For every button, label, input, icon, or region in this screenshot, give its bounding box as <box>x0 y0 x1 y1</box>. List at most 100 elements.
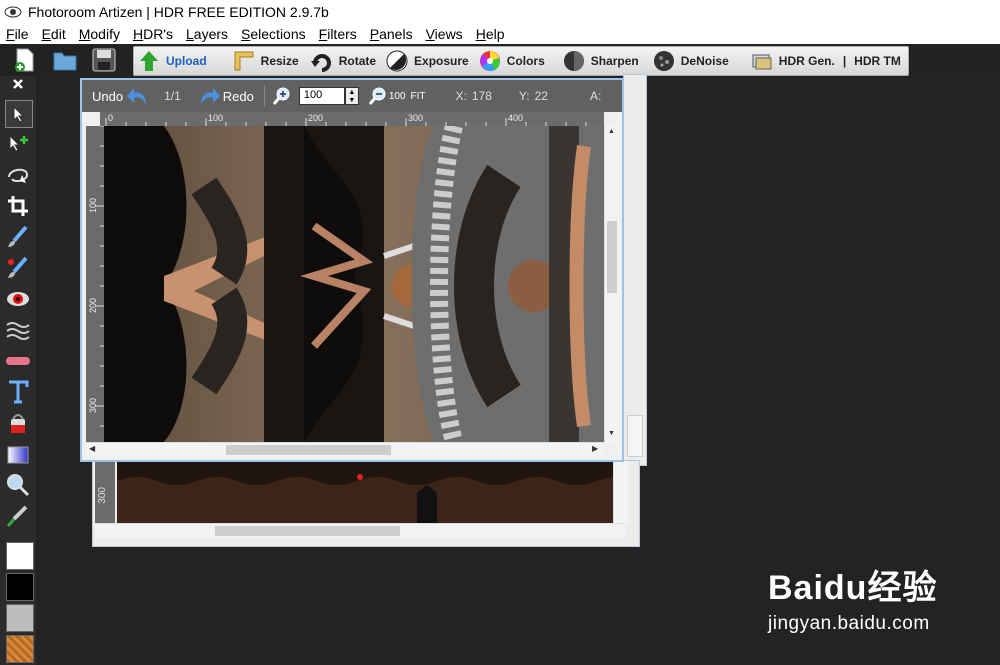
spinner-down-icon[interactable]: ▼ <box>348 97 355 104</box>
menu-bar: File Edit Modify HDR's Layers Selections… <box>0 24 1000 44</box>
red-brush-tool[interactable] <box>5 255 31 281</box>
background-image-window[interactable]: 300 <box>92 460 640 547</box>
spinner-up-icon[interactable]: ▲ <box>348 89 355 96</box>
colors-button[interactable]: Colors <box>475 48 549 74</box>
hdr-tm-label: HDR TM <box>854 54 901 68</box>
toolbar-separator: | <box>842 54 847 68</box>
hdr-gen-button[interactable]: HDR Gen. <box>747 48 839 74</box>
save-icon[interactable] <box>91 47 117 73</box>
vertical-scrollbar[interactable]: ▲ ▼ <box>604 126 619 442</box>
hdr-tm-button[interactable]: HDR TM <box>854 48 905 74</box>
add-selection-tool[interactable] <box>5 131 31 157</box>
select-pointer-tool[interactable] <box>5 100 33 128</box>
lasso-tool[interactable] <box>5 162 31 188</box>
magnifier-icon <box>7 474 30 497</box>
main-toolstrip: Upload Resize Rotate Exposure Colors Sha… <box>133 46 909 76</box>
sharpen-label: Sharpen <box>590 54 639 68</box>
menu-file[interactable]: File <box>6 26 29 42</box>
waves-icon <box>6 322 30 340</box>
new-file-icon[interactable] <box>12 47 38 73</box>
crowd-silhouette <box>117 461 637 523</box>
page-counter: 1/1 <box>164 89 181 103</box>
ruler-top-label: 400 <box>508 113 524 123</box>
title-bar: Fhotoroom Artizen | HDR FREE EDITION 2.9… <box>0 0 1000 24</box>
foreground-color-swatch[interactable] <box>6 542 34 570</box>
horizontal-scroll-thumb[interactable] <box>226 445 391 455</box>
horizontal-ruler-ticks <box>105 118 587 126</box>
horizontal-scrollbar[interactable]: ◀ ▶ <box>86 442 604 457</box>
menu-edit[interactable]: Edit <box>42 26 66 42</box>
redo-arrow-icon[interactable] <box>197 85 221 107</box>
gradient-tool[interactable] <box>5 442 31 468</box>
denoise-label: DeNoise <box>680 54 729 68</box>
menu-selections[interactable]: Selections <box>241 26 306 42</box>
watermark-url: jingyan.baidu.com <box>768 613 930 634</box>
denoise-icon <box>653 51 674 71</box>
baidu-watermark: Baidu经验 jingyan.baidu.com <box>768 560 937 635</box>
text-tool[interactable] <box>5 379 31 405</box>
red-brush-icon <box>8 256 28 278</box>
redo-label[interactable]: Redo <box>223 89 254 104</box>
menu-layers[interactable]: Layers <box>186 26 228 42</box>
undo-arrow-icon[interactable] <box>126 85 150 107</box>
resize-ruler-icon <box>234 51 254 71</box>
red-eye-icon <box>7 292 29 306</box>
color-wheel-icon <box>479 51 500 71</box>
vertical-ruler-ticks <box>96 126 104 427</box>
zoom-in-icon[interactable] <box>272 87 291 105</box>
fill-bucket-tool[interactable] <box>5 410 31 436</box>
alpha-label: A: <box>589 89 602 103</box>
eraser-icon <box>6 357 30 365</box>
zoom-input[interactable]: 100 <box>298 87 345 105</box>
open-folder-icon[interactable] <box>52 47 78 73</box>
denoise-button[interactable]: DeNoise <box>649 48 733 74</box>
sharpen-icon <box>563 51 584 71</box>
text-t-icon <box>9 380 29 404</box>
scroll-down-icon[interactable]: ▼ <box>608 430 615 437</box>
eraser-tool[interactable] <box>5 348 31 374</box>
undo-label[interactable]: Undo <box>92 89 123 104</box>
brush-icon <box>8 225 28 247</box>
paint-bucket-icon <box>11 414 25 433</box>
menu-filters[interactable]: Filters <box>319 26 357 42</box>
upload-button[interactable]: Upload <box>134 48 211 74</box>
texture-swatch[interactable] <box>6 635 34 663</box>
zoom-fit-button[interactable]: FIT <box>411 91 426 102</box>
exposure-button[interactable]: Exposure <box>382 48 473 74</box>
watermark-logo: Baidu经验 <box>768 569 938 607</box>
rotate-icon <box>310 54 331 72</box>
ruler-left-label: 300 <box>88 398 98 414</box>
zoom-spinner[interactable]: ▲ ▼ <box>344 87 359 105</box>
pointer-icon <box>13 105 25 123</box>
zoom-out-icon[interactable] <box>368 87 387 105</box>
gray-color-swatch[interactable] <box>6 604 34 632</box>
scroll-left-icon[interactable]: ◀ <box>89 444 95 453</box>
sharpen-button[interactable]: Sharpen <box>559 48 643 74</box>
scroll-right-icon[interactable]: ▶ <box>592 444 598 453</box>
colors-label: Colors <box>506 54 545 68</box>
zoom-tool[interactable] <box>5 472 31 498</box>
menu-panels[interactable]: Panels <box>370 26 413 42</box>
smudge-tool[interactable] <box>5 317 31 343</box>
background-color-swatch[interactable] <box>6 573 34 601</box>
eyedropper-tool[interactable] <box>5 503 31 529</box>
menu-views[interactable]: Views <box>426 26 463 42</box>
zoom-100-button[interactable]: 100 <box>389 91 406 102</box>
horizontal-ruler: 0 100 200 300 400 <box>100 112 604 126</box>
rotate-button[interactable]: Rotate <box>307 48 380 74</box>
crop-tool[interactable] <box>5 193 31 219</box>
image-canvas[interactable] <box>104 126 604 442</box>
hdr-gen-icon <box>752 54 772 70</box>
menu-help[interactable]: Help <box>476 26 505 42</box>
red-eye-tool[interactable] <box>5 286 31 312</box>
upload-arrow-icon <box>140 51 158 71</box>
close-panel-icon[interactable] <box>12 78 24 90</box>
app-title: Fhotoroom Artizen | HDR FREE EDITION 2.9… <box>28 4 329 20</box>
resize-button[interactable]: Resize <box>229 48 303 74</box>
menu-hdrs[interactable]: HDR's <box>133 26 173 42</box>
menu-modify[interactable]: Modify <box>79 26 120 42</box>
brush-tool[interactable] <box>5 224 31 250</box>
vertical-scroll-thumb[interactable] <box>607 221 617 293</box>
scroll-up-icon[interactable]: ▲ <box>608 128 615 135</box>
lasso-icon <box>8 168 28 183</box>
